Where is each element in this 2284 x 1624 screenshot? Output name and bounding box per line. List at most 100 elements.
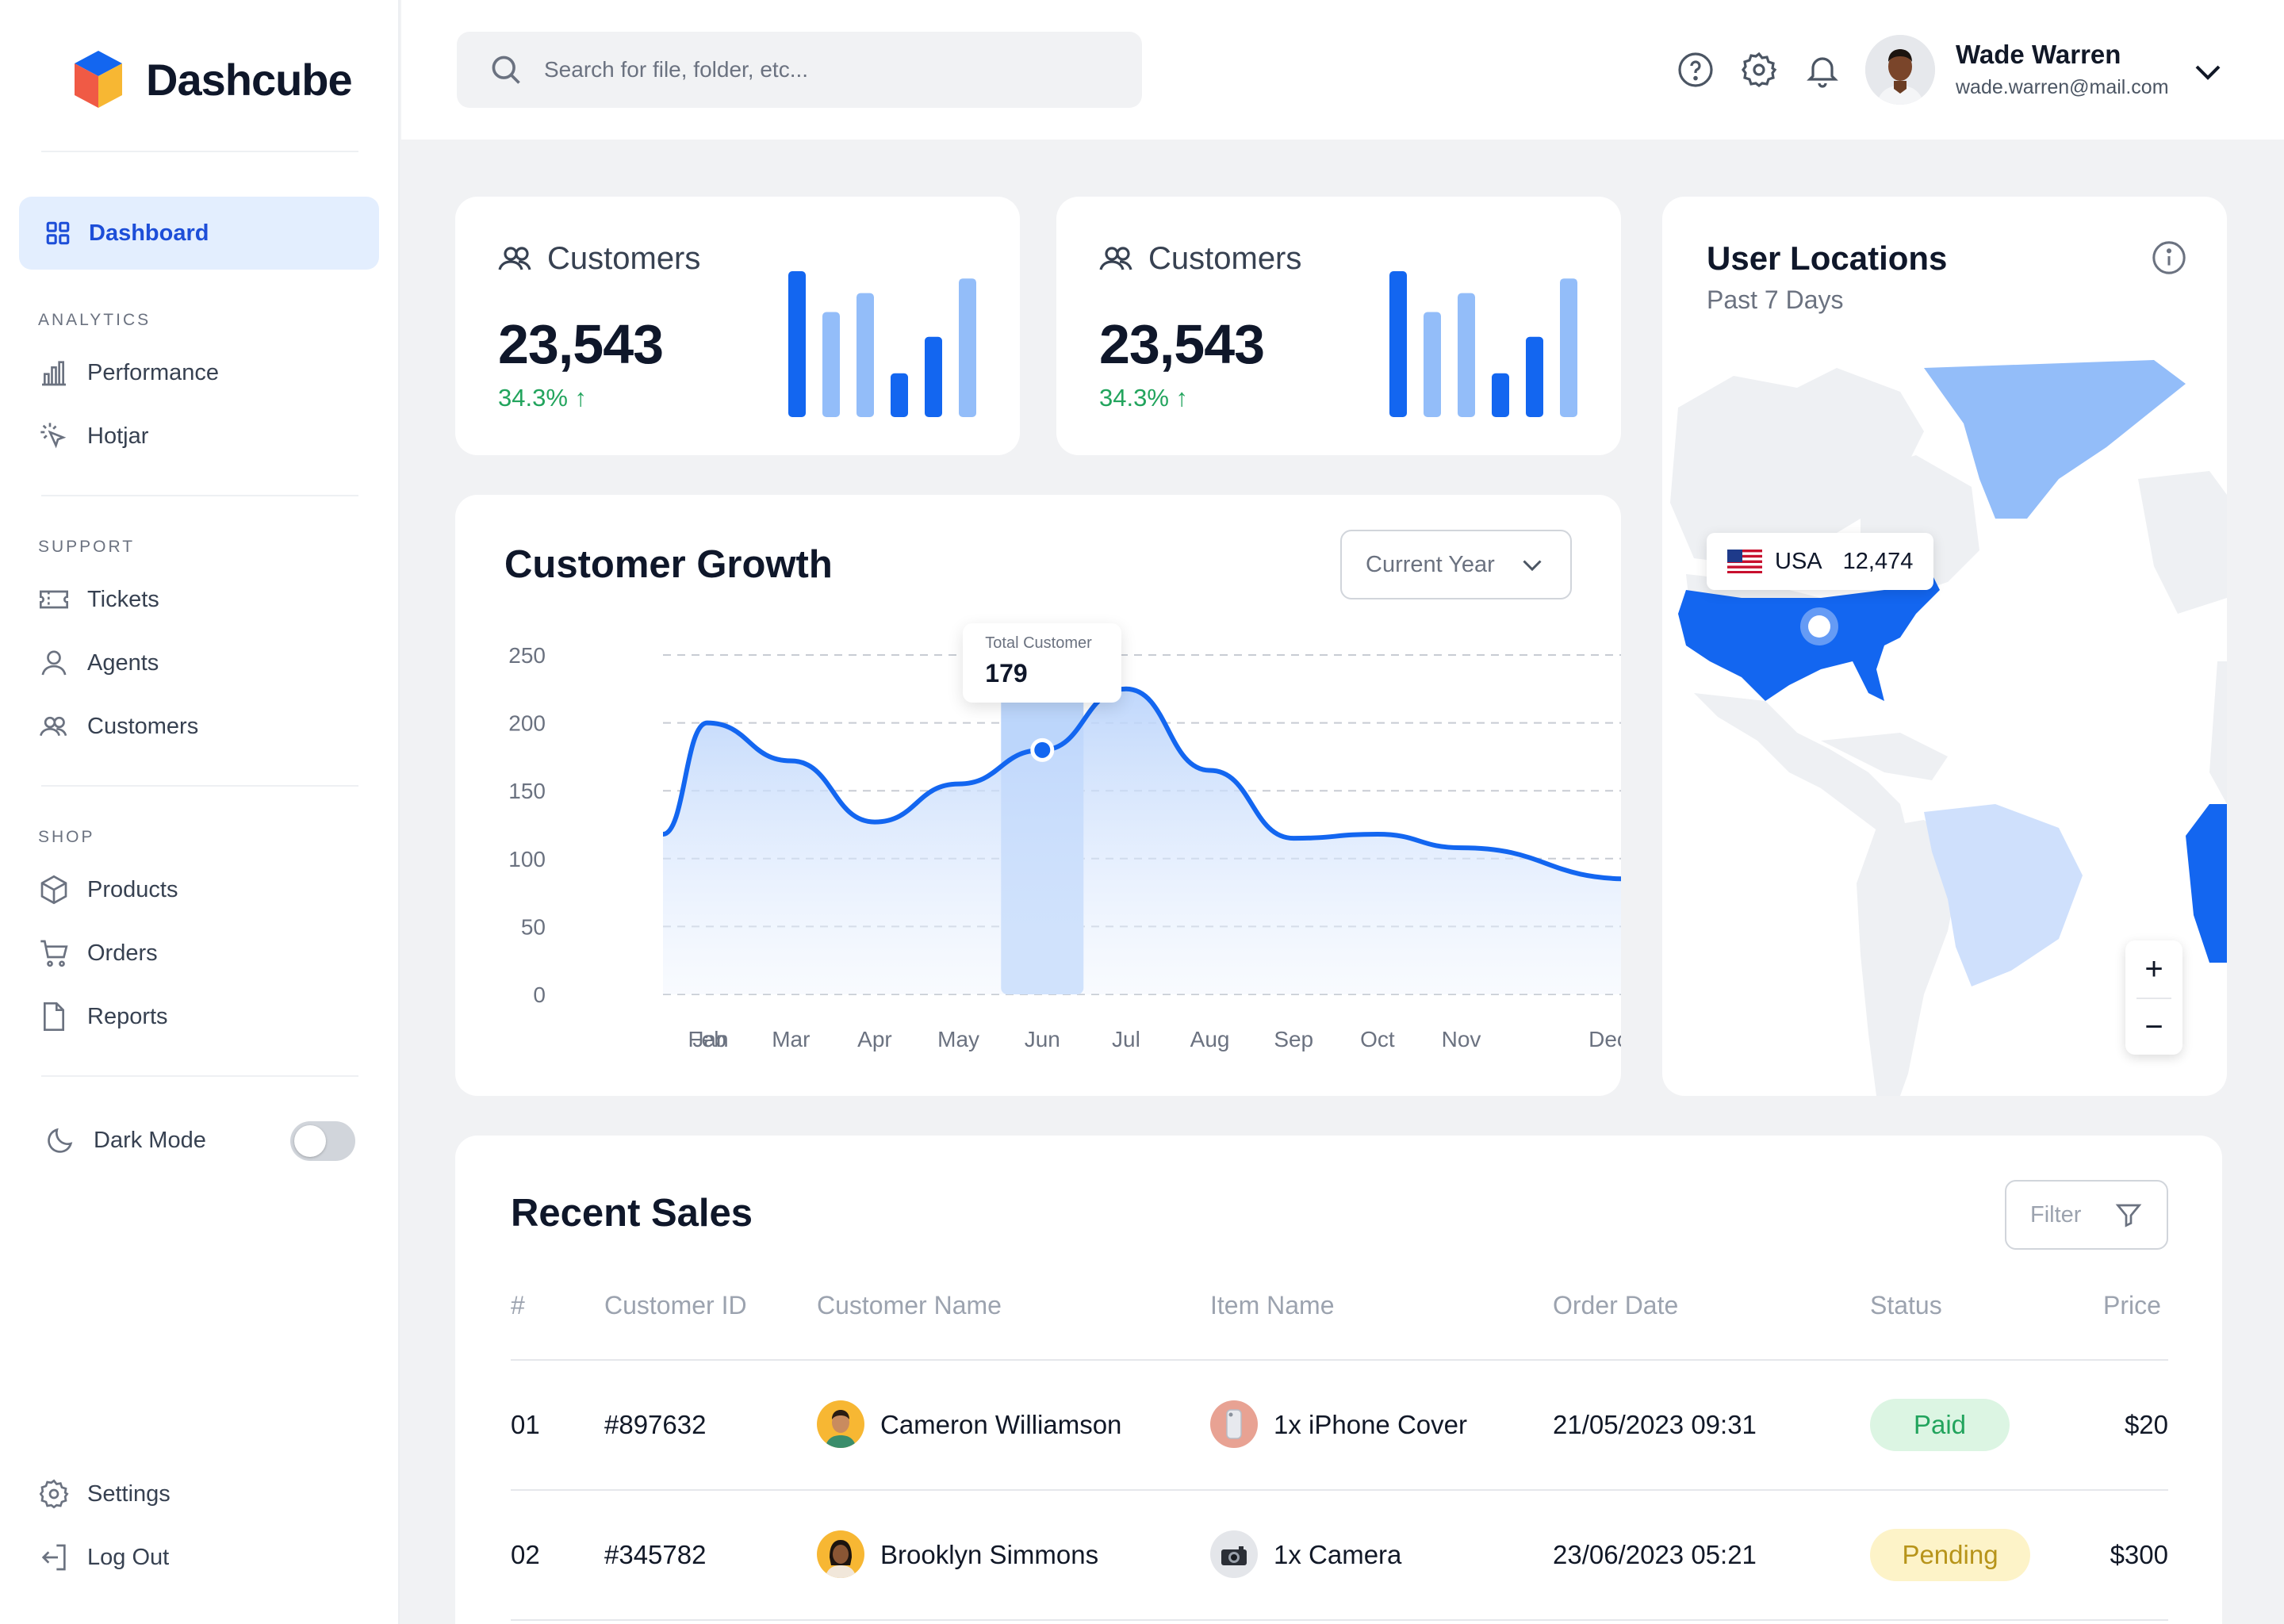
section-title-shop: SHOP (38, 828, 95, 846)
logout-icon (41, 1544, 66, 1571)
map-marker-dot (1808, 615, 1830, 638)
row-number: 01 (511, 1410, 540, 1439)
mini-bar (925, 336, 942, 417)
nav-tickets-label: Tickets (87, 586, 159, 612)
x-tick-label: Aug (1190, 1027, 1230, 1051)
divider (41, 151, 358, 152)
col-header-customer-name[interactable]: Customer Name (817, 1291, 1002, 1320)
period-select[interactable]: Current Year (1340, 530, 1572, 599)
chevron-down-icon (1523, 560, 1542, 572)
col-header-item-name[interactable]: Item Name (1210, 1291, 1334, 1320)
phone-cover-image (1226, 1409, 1242, 1439)
bell-icon[interactable] (1803, 51, 1841, 89)
box-icon (40, 875, 67, 905)
customer-id: #897632 (604, 1410, 707, 1439)
help-icon[interactable] (1677, 51, 1715, 89)
map-marker[interactable] (1800, 607, 1838, 645)
nav-hotjar-label: Hotjar (87, 423, 149, 449)
zoom-out-button[interactable]: − (2136, 998, 2171, 1055)
col-header-price[interactable]: Price (2103, 1291, 2161, 1320)
locations-subtitle: Past 7 Days (1707, 285, 1844, 314)
mini-bar (788, 271, 806, 417)
x-tick-label: Mar (772, 1027, 810, 1051)
brand-logo[interactable]: Dashcube (70, 48, 353, 111)
mini-bar (856, 293, 874, 417)
nav-dashboard-label: Dashboard (89, 220, 209, 246)
user-name: Wade Warren (1956, 40, 2121, 69)
col-header-order-date[interactable]: Order Date (1553, 1291, 1678, 1320)
user-locations-card: User Locations Past 7 Days USA 12,474 + … (1662, 197, 2227, 1096)
avatar-image (825, 1410, 856, 1448)
nav-products[interactable]: Products (38, 874, 178, 906)
col-header-number[interactable]: # (511, 1291, 525, 1320)
zoom-in-button[interactable]: + (2125, 940, 2182, 998)
x-tick-label: Sep (1274, 1027, 1313, 1051)
customer-avatar (817, 1400, 864, 1448)
nav-logout[interactable]: Log Out (38, 1542, 169, 1573)
chevron-down-icon[interactable] (2189, 52, 2227, 90)
col-header-status[interactable]: Status (1870, 1291, 1942, 1320)
col-header-customer-id[interactable]: Customer ID (604, 1291, 747, 1320)
nav-customers[interactable]: Customers (38, 710, 198, 742)
settings-icon[interactable] (1740, 51, 1778, 89)
info-icon[interactable] (2151, 239, 2187, 276)
dark-mode-row: Dark Mode (44, 1124, 206, 1156)
nav-hotjar[interactable]: Hotjar (38, 420, 148, 452)
nav-logout-label: Log Out (87, 1544, 170, 1570)
user-email: wade.warren@mail.com (1956, 76, 2169, 98)
customer-id: #345782 (604, 1540, 707, 1569)
moon-icon (48, 1128, 73, 1153)
search-icon (492, 56, 520, 84)
mini-bar (1492, 373, 1509, 417)
users-icon (498, 247, 531, 270)
map-tooltip-count: 12,474 (1842, 548, 1914, 574)
cursor-click-icon (40, 423, 67, 449)
gear-icon (39, 1479, 69, 1509)
stat-change: 34.3% ↑ (1099, 384, 1189, 412)
y-tick-label: 150 (508, 779, 546, 803)
section-title-support: SUPPORT (38, 538, 136, 556)
customer-name: Brooklyn Simmons (880, 1540, 1099, 1569)
dark-mode-toggle[interactable] (290, 1121, 355, 1161)
stat-title-label: Customers (547, 240, 701, 276)
item-name: 1x iPhone Cover (1274, 1410, 1467, 1439)
mini-bar (1424, 312, 1441, 417)
search-input[interactable] (544, 57, 1099, 82)
item-thumbnail (1210, 1530, 1258, 1578)
locations-title: User Locations (1707, 239, 1948, 277)
avatar-image (825, 1540, 856, 1578)
filter-button[interactable]: Filter (2005, 1180, 2168, 1250)
y-tick-label: 250 (508, 643, 546, 668)
cart-icon (40, 940, 68, 967)
nav-performance[interactable]: Performance (38, 357, 219, 389)
nav-orders[interactable]: Orders (38, 937, 158, 969)
highlight-point[interactable] (1034, 741, 1051, 758)
status-badge: Pending (1870, 1529, 2030, 1581)
area-fill (663, 688, 1621, 994)
nav-orders-label: Orders (87, 940, 158, 966)
mini-bar (1560, 278, 1577, 417)
user-avatar[interactable] (1865, 35, 1935, 105)
nav-dashboard[interactable]: Dashboard (19, 197, 379, 270)
search-box[interactable] (457, 32, 1142, 108)
recent-sales-card: Recent Sales Filter # Customer ID Custom… (455, 1136, 2222, 1624)
stat-card-customers: Customers 23,543 34.3% ↑ (1056, 197, 1621, 455)
ticket-icon (40, 590, 68, 609)
stat-title: Customers (1098, 239, 1301, 278)
x-tick-label: Nov (1442, 1027, 1481, 1051)
customer-avatar (817, 1530, 864, 1578)
x-tick-label: Jul (1112, 1027, 1140, 1051)
mini-bar (891, 373, 908, 417)
chart-tooltip: Total Customer 179 (963, 622, 1122, 703)
nav-agents[interactable]: Agents (38, 647, 159, 679)
avatar-image (1865, 35, 1935, 105)
nav-tickets[interactable]: Tickets (38, 584, 159, 615)
nav-reports[interactable]: Reports (38, 1001, 168, 1032)
status-badge: Paid (1870, 1399, 2010, 1451)
divider (41, 495, 358, 496)
file-icon (44, 1002, 64, 1031)
table-divider (511, 1489, 2168, 1491)
customer-growth-card: Customer Growth Current Year 0 50 100 150 20… (455, 495, 1621, 1096)
nav-settings[interactable]: Settings (38, 1478, 171, 1510)
mini-bar-chart (788, 271, 976, 417)
